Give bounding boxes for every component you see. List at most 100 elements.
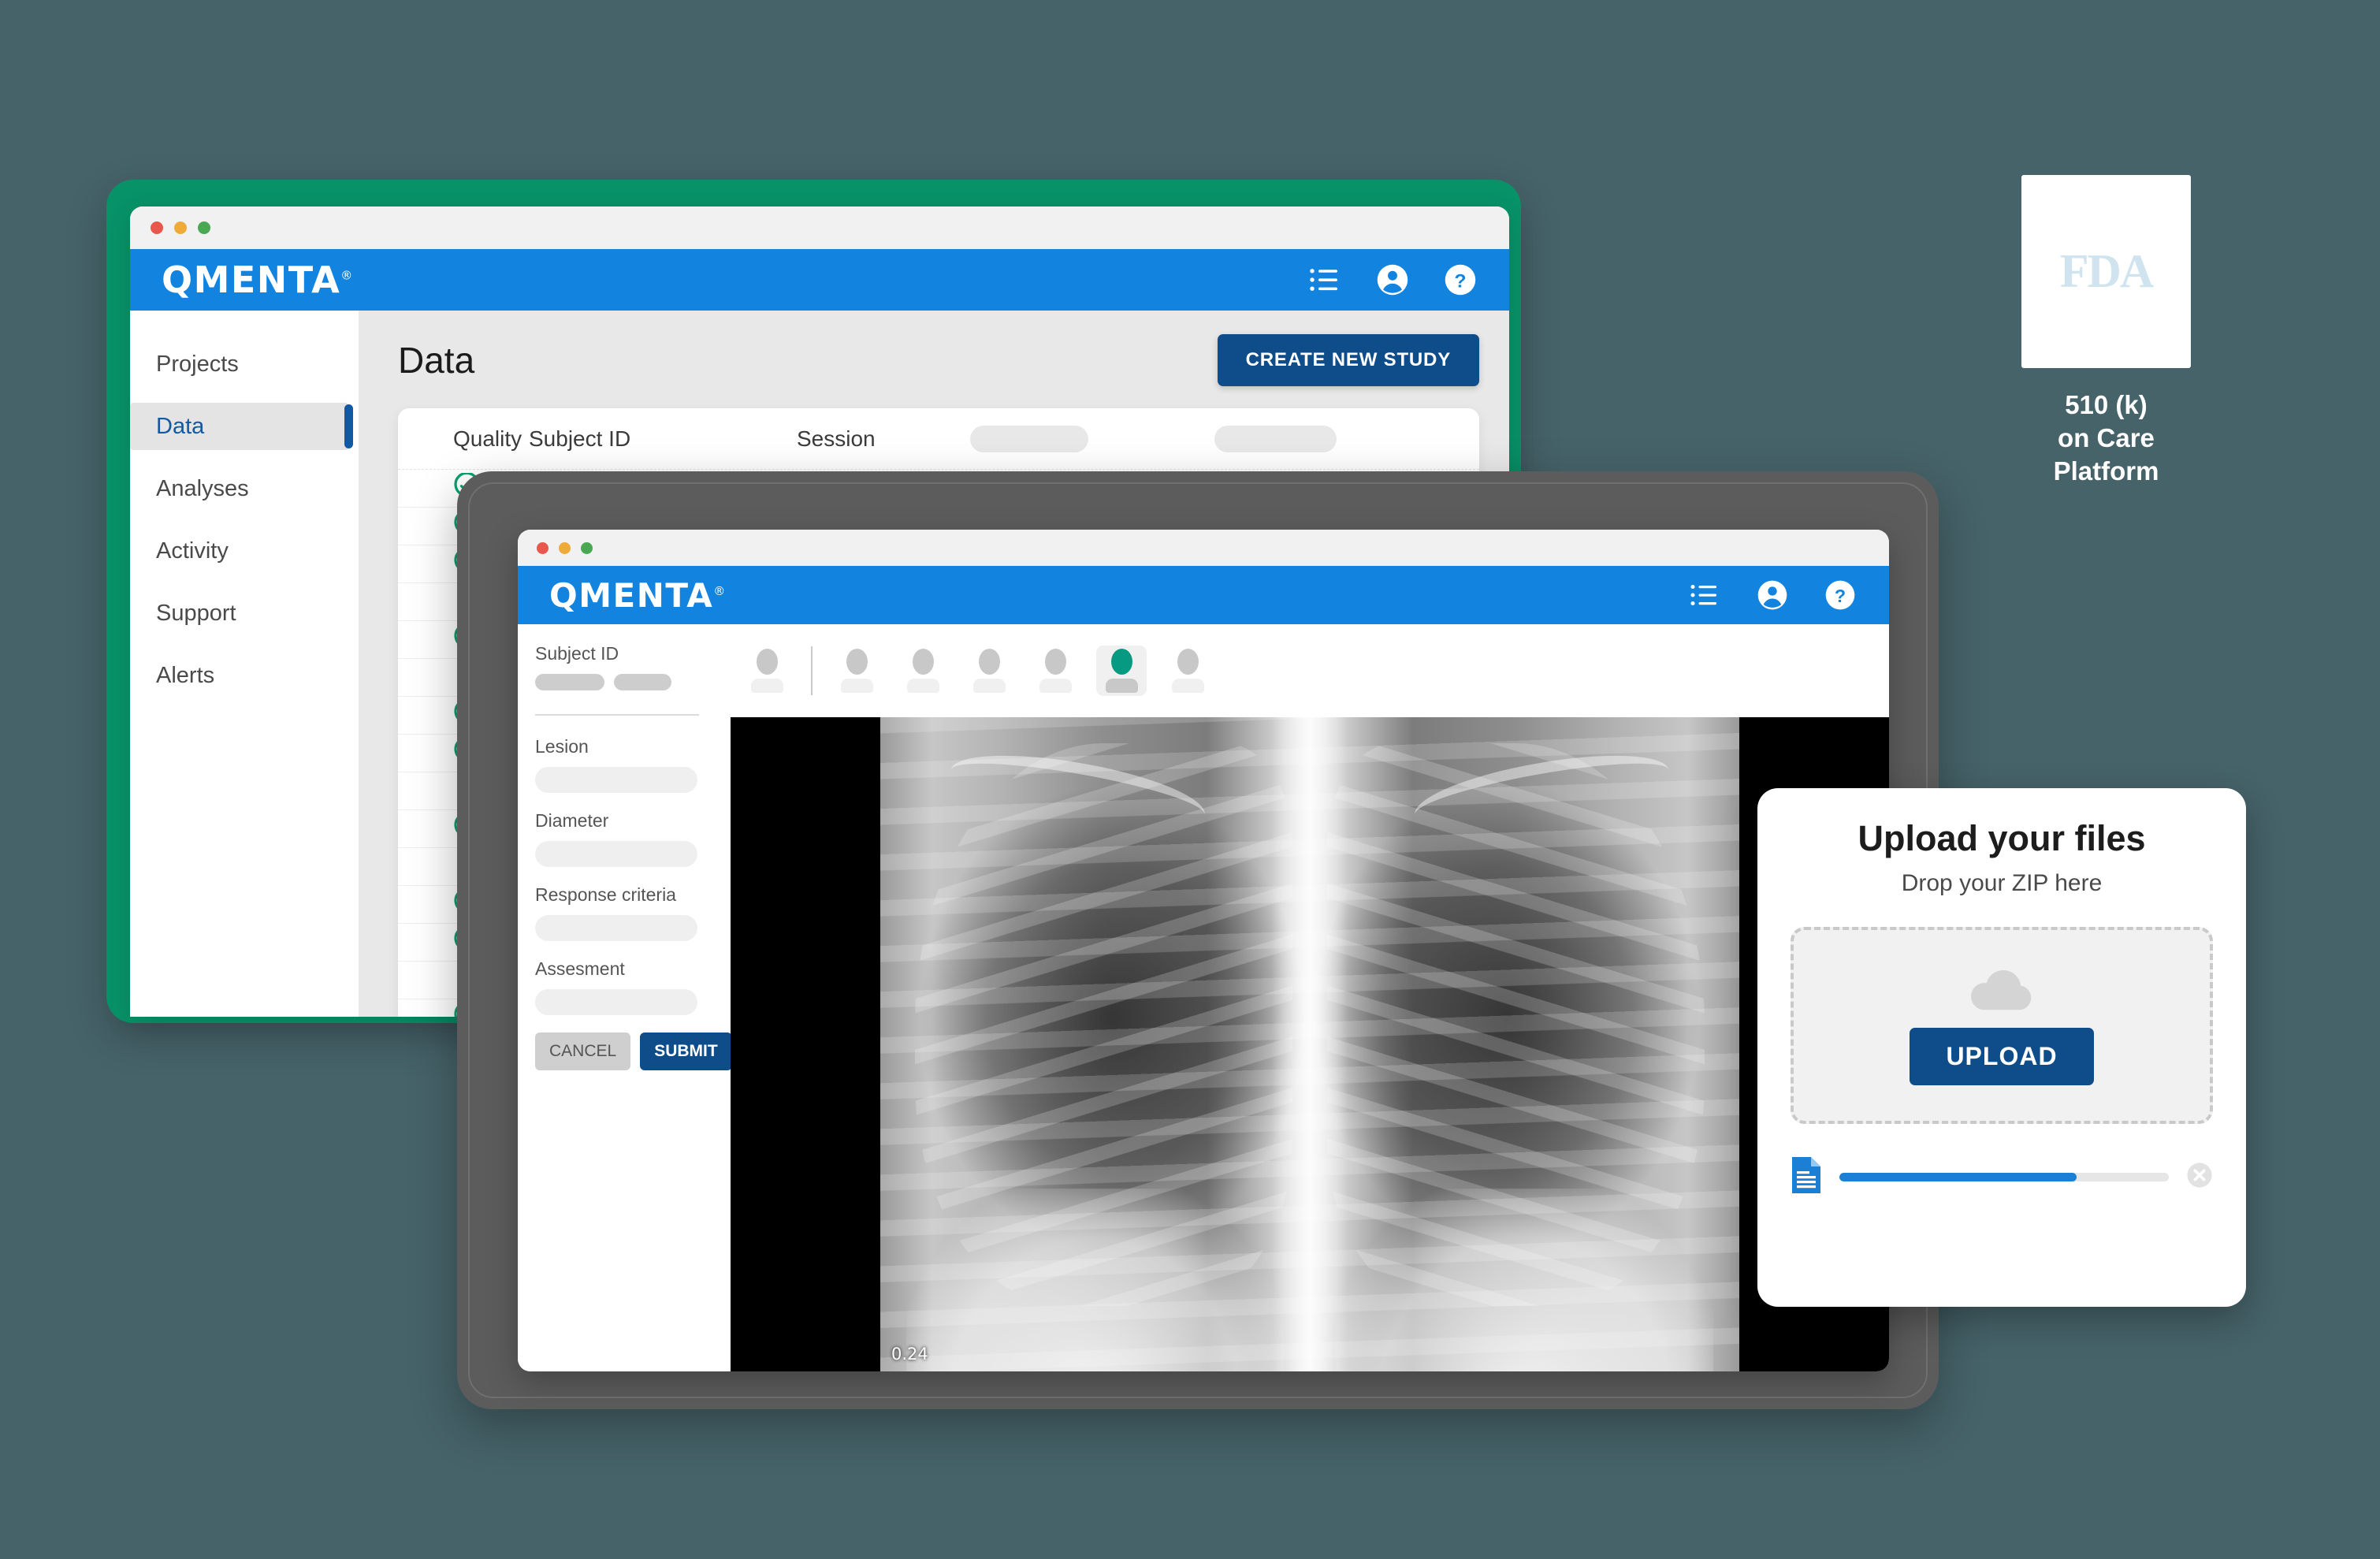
window2-body: Subject ID Lesion Diameter Response crit… bbox=[518, 624, 1889, 1371]
list-icon[interactable] bbox=[1687, 578, 1722, 612]
thumbnail-body-shape bbox=[972, 679, 1006, 693]
upload-card-title: Upload your files bbox=[1858, 818, 2146, 858]
sidebar-item-label: Alerts bbox=[156, 662, 215, 688]
form-divider bbox=[535, 714, 699, 716]
upload-progress-bar bbox=[1839, 1173, 2169, 1181]
create-new-study-button[interactable]: CREATE NEW STUDY bbox=[1217, 334, 1479, 386]
header-placeholder-bar bbox=[970, 425, 1088, 452]
submit-button[interactable]: SUBMIT bbox=[640, 1033, 732, 1070]
appbar-icon-group: ? bbox=[1687, 578, 1858, 612]
upload-card-subtitle: Drop your ZIP here bbox=[1901, 870, 2103, 896]
page-title: Data bbox=[398, 340, 475, 381]
fda-caption-line-2: on Care bbox=[2058, 423, 2155, 453]
account-circle-icon[interactable] bbox=[1755, 578, 1790, 612]
sidebar-item-support[interactable]: Support bbox=[130, 590, 359, 637]
sidebar-item-alerts[interactable]: Alerts bbox=[130, 652, 359, 699]
help-circle-icon[interactable]: ? bbox=[1443, 262, 1478, 297]
svg-text:?: ? bbox=[1455, 271, 1467, 292]
qmenta-logo[interactable]: QMENTA® bbox=[162, 259, 354, 301]
subject-thumbnail[interactable] bbox=[1162, 646, 1213, 696]
image-viewer-pane: 0.24 bbox=[731, 624, 1889, 1371]
help-circle-icon[interactable]: ? bbox=[1823, 578, 1858, 612]
header-placeholder-bar bbox=[1214, 425, 1337, 452]
cloud-upload-icon bbox=[1968, 966, 2036, 1018]
subject-thumbnail[interactable] bbox=[742, 646, 792, 696]
column-header-placeholder-2[interactable] bbox=[1214, 425, 1451, 452]
thumbnail-head-shape bbox=[1044, 649, 1066, 675]
minimize-traffic-light[interactable] bbox=[174, 221, 187, 234]
thumbnail-body-shape bbox=[1039, 679, 1072, 693]
response-criteria-label: Response criteria bbox=[535, 884, 676, 905]
xray-overlay-value: 0.24 bbox=[891, 1345, 928, 1364]
subject-thumbnail-active[interactable] bbox=[1096, 646, 1147, 696]
assesment-label: Assesment bbox=[535, 958, 625, 979]
sidebar-item-activity[interactable]: Activity bbox=[130, 527, 359, 575]
fda-logo-box: FDA bbox=[2021, 175, 2191, 368]
document-icon bbox=[1791, 1155, 1822, 1199]
window2-appbar: QMENTA® ? bbox=[518, 566, 1889, 624]
fda-caption-line-3: Platform bbox=[2053, 456, 2159, 486]
sidebar-item-label: Data bbox=[156, 413, 205, 439]
sidebar-item-label: Support bbox=[156, 600, 236, 626]
thumbnail-body-shape bbox=[840, 679, 873, 693]
minimize-traffic-light[interactable] bbox=[559, 541, 571, 554]
registered-mark: ® bbox=[340, 268, 354, 283]
column-header-quality[interactable]: Quality bbox=[453, 426, 529, 452]
upload-files-card: Upload your files Drop your ZIP here UPL… bbox=[1757, 788, 2246, 1307]
column-header-session[interactable]: Session bbox=[797, 426, 970, 452]
subject-thumbnail[interactable] bbox=[898, 646, 948, 696]
qmenta-viewer-window: QMENTA® ? Subject ID Lesion Diameter Res… bbox=[518, 530, 1889, 1371]
sidebar-item-data[interactable]: Data bbox=[130, 403, 353, 450]
lesion-input[interactable] bbox=[535, 767, 697, 793]
fda-logo-text: FDA bbox=[2059, 245, 2154, 297]
close-traffic-light[interactable] bbox=[151, 221, 163, 234]
upload-progress-fill bbox=[1839, 1173, 2077, 1181]
fda-caption-line-1: 510 (k) bbox=[2065, 390, 2148, 419]
window2-titlebar bbox=[518, 530, 1889, 566]
subject-thumbnail[interactable] bbox=[964, 646, 1014, 696]
assesment-input[interactable] bbox=[535, 989, 697, 1015]
lesion-field-group: Lesion bbox=[535, 736, 731, 793]
fda-badge-caption: 510 (k) on Care Platform bbox=[2054, 389, 2159, 489]
column-header-placeholder-1[interactable] bbox=[970, 425, 1214, 452]
window1-titlebar bbox=[130, 207, 1509, 249]
subject-thumbnail-strip bbox=[731, 624, 1889, 717]
window1-appbar: QMENTA® ? bbox=[130, 249, 1509, 311]
close-traffic-light[interactable] bbox=[537, 541, 549, 554]
sidebar-nav: Projects Data Analyses Activity Support … bbox=[130, 311, 359, 1017]
column-header-subject-id[interactable]: Subject ID bbox=[529, 426, 797, 452]
sidebar-item-label: Projects bbox=[156, 351, 239, 377]
close-icon[interactable] bbox=[2186, 1162, 2213, 1193]
thumbnail-head-shape bbox=[1177, 649, 1199, 675]
subject-thumbnail[interactable] bbox=[1030, 646, 1080, 696]
xray-stage[interactable]: 0.24 bbox=[731, 717, 1889, 1371]
fda-clearance-badge: FDA 510 (k) on Care Platform bbox=[2021, 175, 2191, 489]
thumbnail-head-shape bbox=[1110, 649, 1132, 675]
svg-text:?: ? bbox=[1835, 586, 1846, 606]
sidebar-item-analyses[interactable]: Analyses bbox=[130, 465, 359, 512]
thumbnail-head-shape bbox=[756, 649, 778, 675]
sidebar-item-label: Activity bbox=[156, 538, 229, 564]
right-diaphragm bbox=[1335, 1188, 1714, 1371]
subject-thumbnail[interactable] bbox=[831, 646, 882, 696]
maximize-traffic-light[interactable] bbox=[581, 541, 593, 554]
thumbnail-body-shape bbox=[1105, 679, 1138, 693]
thumbnail-body-shape bbox=[750, 679, 783, 693]
chest-xray-image[interactable]: 0.24 bbox=[880, 717, 1739, 1371]
appbar-icon-group: ? bbox=[1307, 262, 1478, 297]
response-criteria-input[interactable] bbox=[535, 915, 697, 941]
list-icon[interactable] bbox=[1307, 262, 1342, 297]
subject-id-value[interactable] bbox=[535, 674, 731, 690]
sidebar-item-projects[interactable]: Projects bbox=[130, 340, 359, 388]
file-dropzone[interactable]: UPLOAD bbox=[1791, 927, 2213, 1124]
maximize-traffic-light[interactable] bbox=[198, 221, 210, 234]
account-circle-icon[interactable] bbox=[1375, 262, 1410, 297]
thumbnail-separator bbox=[811, 646, 813, 695]
content-header: Data CREATE NEW STUDY bbox=[398, 334, 1479, 386]
diameter-input[interactable] bbox=[535, 841, 697, 867]
assesment-field-group: Assesment bbox=[535, 958, 731, 1015]
upload-progress-row bbox=[1791, 1155, 2213, 1199]
qmenta-logo[interactable]: QMENTA® bbox=[549, 576, 727, 615]
cancel-button[interactable]: CANCEL bbox=[535, 1033, 631, 1070]
upload-button[interactable]: UPLOAD bbox=[1910, 1028, 2094, 1085]
